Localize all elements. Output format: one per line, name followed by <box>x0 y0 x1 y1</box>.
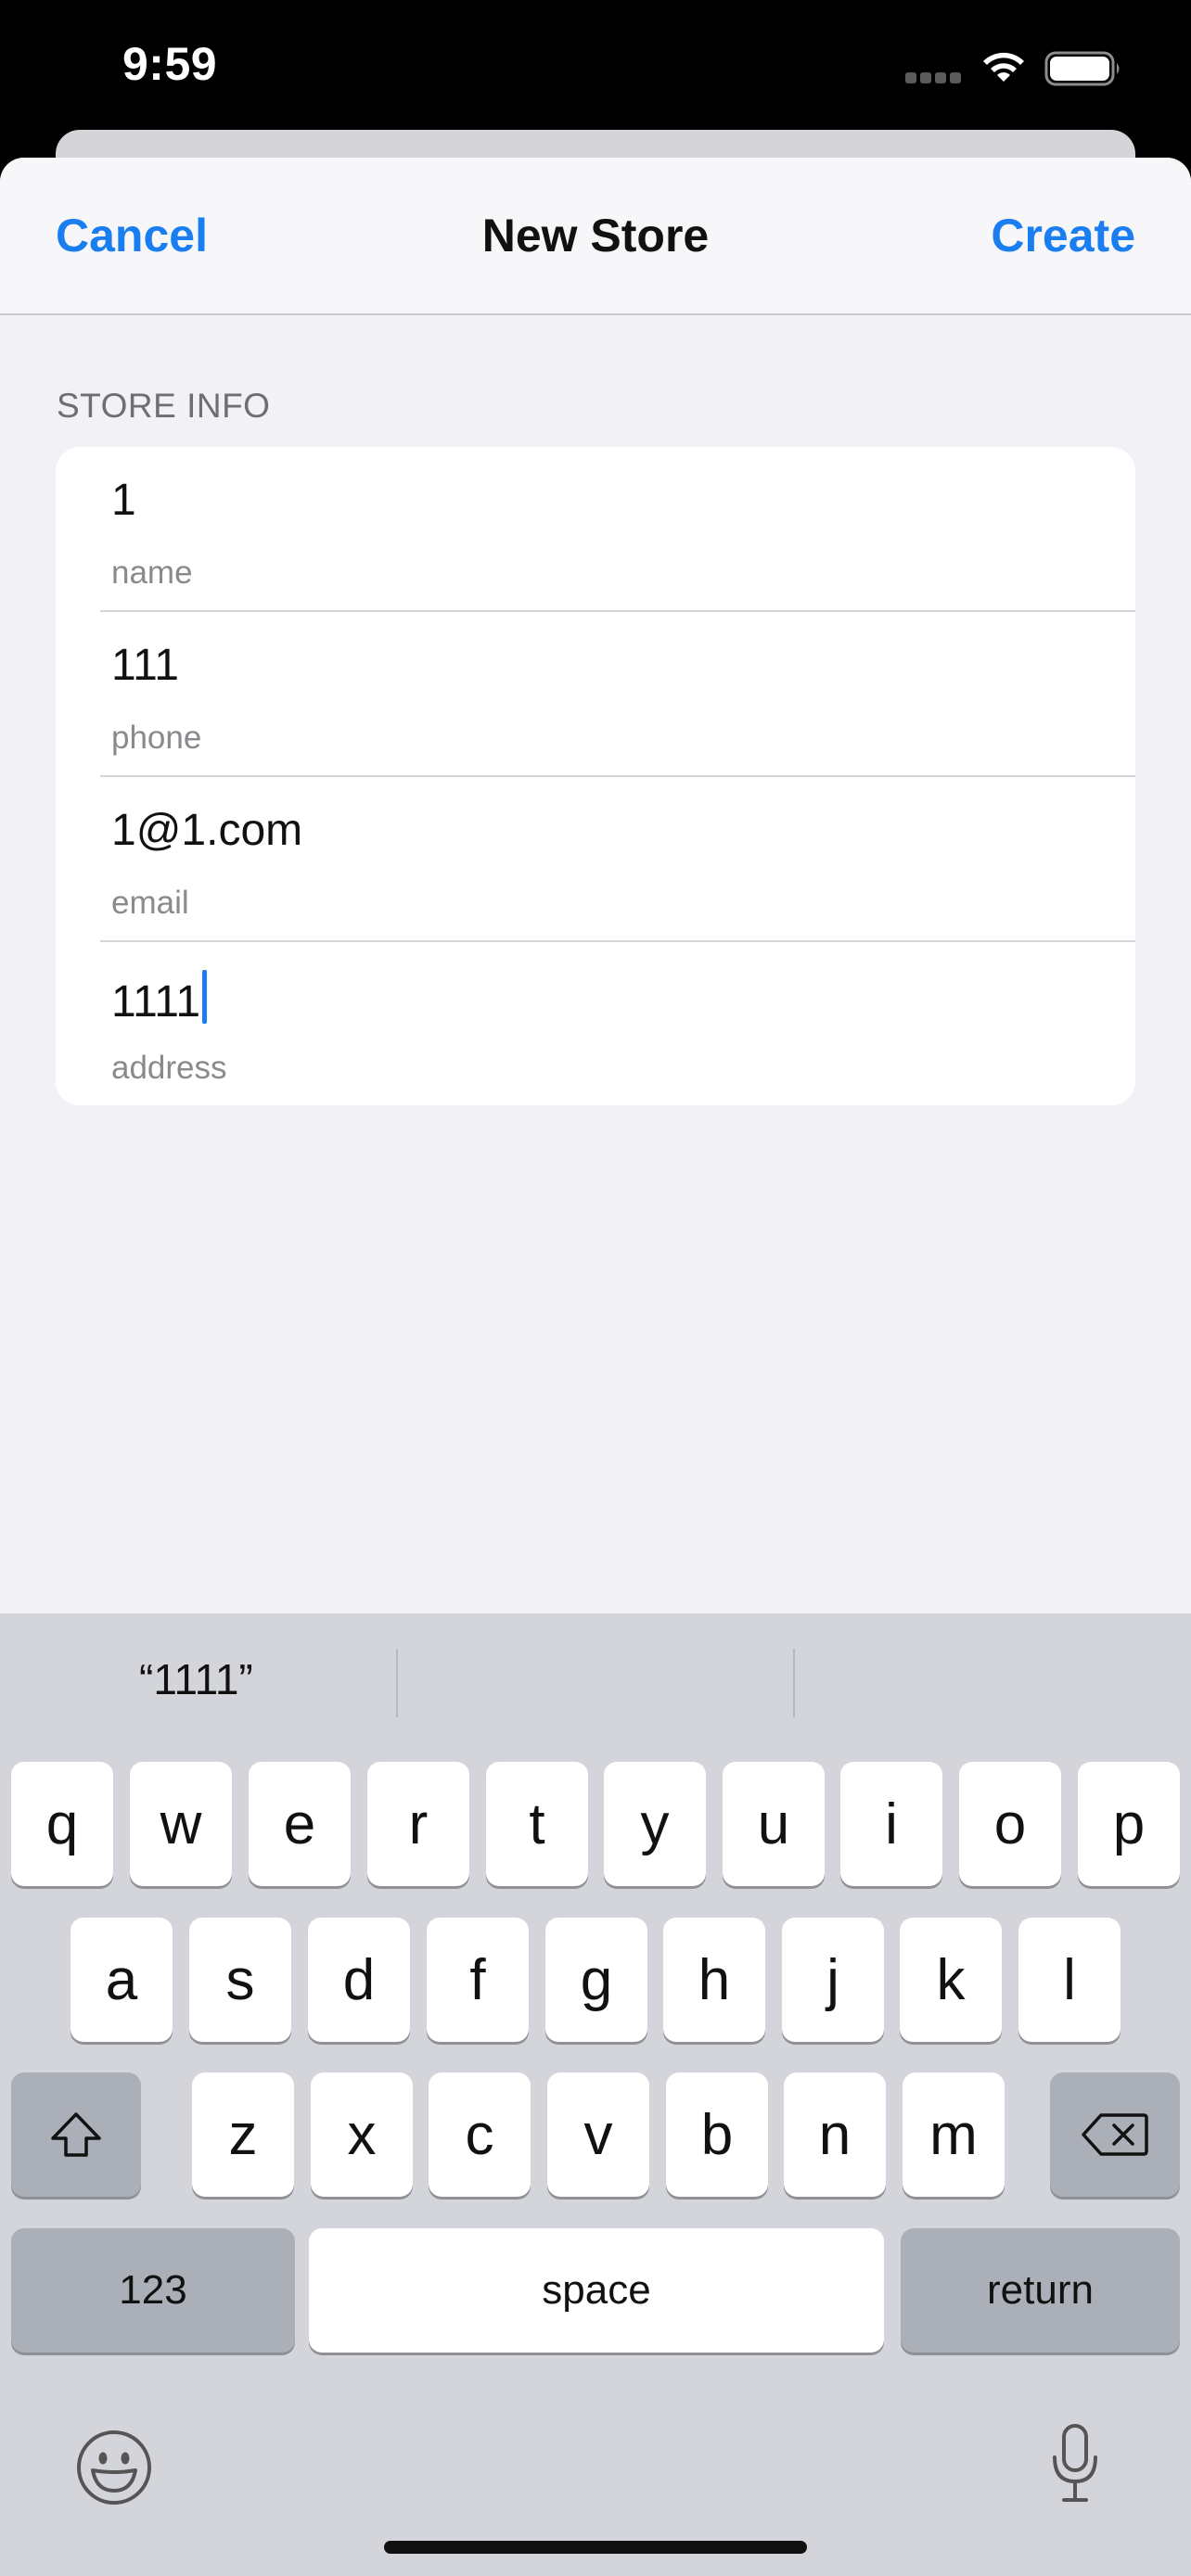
key-e[interactable]: e <box>249 1762 351 1886</box>
numbers-key[interactable]: 123 <box>11 2228 295 2353</box>
key-u[interactable]: u <box>723 1762 825 1886</box>
key-i[interactable]: i <box>840 1762 942 1886</box>
keyboard: “1111” q w e r t y u i o p a s d f g h j… <box>0 1613 1191 2576</box>
divider <box>793 1649 795 1717</box>
key-s[interactable]: s <box>189 1918 291 2042</box>
phone-label: phone <box>111 720 202 756</box>
key-n[interactable]: n <box>784 2072 886 2197</box>
key-y[interactable]: y <box>604 1762 706 1886</box>
email-field[interactable]: 1@1.com email <box>56 777 1135 942</box>
address-label: address <box>111 1050 227 1086</box>
key-c[interactable]: c <box>429 2072 531 2197</box>
key-t[interactable]: t <box>486 1762 588 1886</box>
key-a[interactable]: a <box>70 1918 173 2042</box>
key-w[interactable]: w <box>130 1762 232 1886</box>
address-field[interactable]: 1111 address <box>56 942 1135 1105</box>
email-value: 1@1.com <box>111 806 303 855</box>
status-time: 9:59 <box>122 38 218 90</box>
key-z[interactable]: z <box>192 2072 294 2197</box>
divider <box>396 1649 398 1717</box>
key-k[interactable]: k <box>900 1918 1002 2042</box>
wifi-icon <box>983 52 1024 82</box>
suggestion-bar: “1111” <box>0 1613 1191 1753</box>
key-j[interactable]: j <box>782 1918 884 2042</box>
return-key[interactable]: return <box>901 2228 1180 2353</box>
store-info-form: 1 name 111 phone 1@1.com email 1111 addr… <box>56 447 1135 1105</box>
phone-value: 111 <box>111 641 179 690</box>
suggestion-item[interactable]: “1111” <box>139 1654 253 1704</box>
key-l[interactable]: l <box>1018 1918 1121 2042</box>
key-f[interactable]: f <box>427 1918 529 2042</box>
key-b[interactable]: b <box>666 2072 768 2197</box>
create-button[interactable]: Create <box>991 209 1135 262</box>
key-h[interactable]: h <box>663 1918 765 2042</box>
section-header-store-info: STORE INFO <box>57 387 271 425</box>
shift-icon <box>51 2112 101 2157</box>
key-p[interactable]: p <box>1078 1762 1180 1886</box>
home-indicator <box>384 2541 807 2554</box>
delete-icon <box>1082 2113 1148 2156</box>
navigation-bar: Cancel New Store Create <box>0 158 1191 315</box>
key-o[interactable]: o <box>959 1762 1061 1886</box>
name-value: 1 <box>111 476 136 525</box>
emoji-icon[interactable] <box>74 2428 154 2507</box>
address-value: 1111 <box>111 977 201 1027</box>
name-field[interactable]: 1 name <box>56 447 1135 612</box>
cellular-signal-icon <box>905 72 963 83</box>
key-v[interactable]: v <box>547 2072 649 2197</box>
key-m[interactable]: m <box>903 2072 1005 2197</box>
status-bar: 9:59 <box>0 0 1191 139</box>
email-label: email <box>111 885 189 921</box>
text-cursor <box>202 970 208 1024</box>
key-d[interactable]: d <box>308 1918 410 2042</box>
microphone-icon[interactable] <box>1048 2422 1102 2506</box>
delete-key[interactable] <box>1050 2072 1180 2197</box>
address-value-wrapper: 1111 <box>111 970 208 1027</box>
key-x[interactable]: x <box>311 2072 413 2197</box>
phone-field[interactable]: 111 phone <box>56 612 1135 777</box>
name-label: name <box>111 555 193 591</box>
shift-key[interactable] <box>11 2072 141 2197</box>
key-g[interactable]: g <box>545 1918 647 2042</box>
key-r[interactable]: r <box>367 1762 469 1886</box>
battery-icon <box>1044 51 1120 86</box>
space-key[interactable]: space <box>309 2228 884 2353</box>
key-q[interactable]: q <box>11 1762 113 1886</box>
